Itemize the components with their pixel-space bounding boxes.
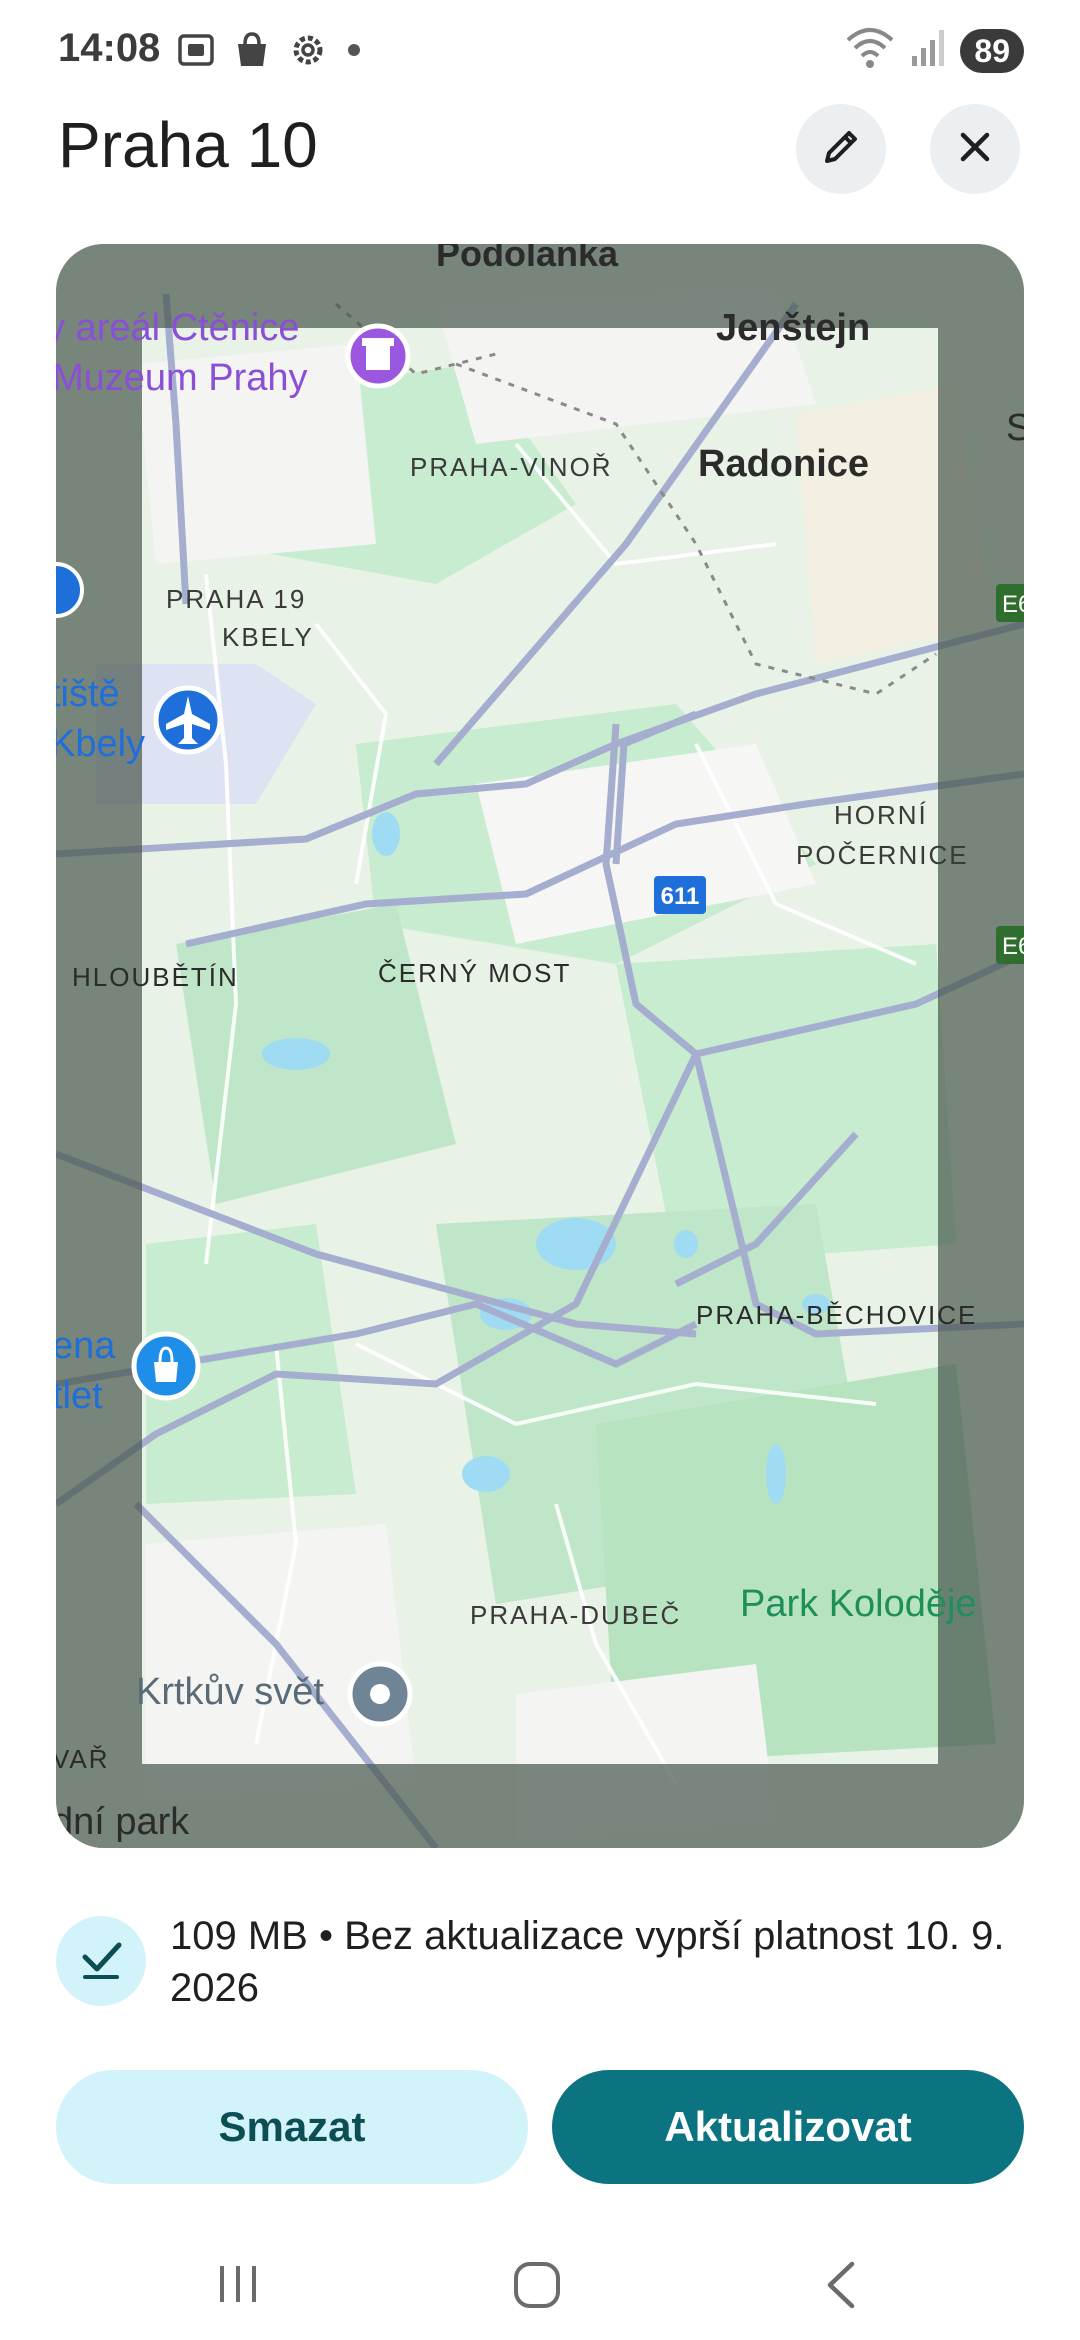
museum-pin-icon[interactable] bbox=[345, 323, 411, 389]
recent-apps-icon[interactable] bbox=[214, 2260, 262, 2313]
back-icon[interactable] bbox=[818, 2260, 866, 2315]
dot-icon bbox=[344, 30, 364, 75]
navigation-bar bbox=[0, 2220, 1080, 2340]
shopping-pin-icon[interactable] bbox=[131, 1331, 201, 1401]
map-label-vinor: PRAHA-VINOŘ bbox=[410, 452, 613, 482]
map-label-horni: HORNÍ bbox=[834, 800, 928, 830]
home-icon[interactable] bbox=[512, 2260, 562, 2315]
road-shield-e6-mid: E6 bbox=[996, 926, 1024, 964]
close-button[interactable] bbox=[930, 104, 1020, 194]
map-label-kbely: KBELY bbox=[222, 622, 314, 652]
map-label-areal: y areál Ctěnice bbox=[56, 307, 299, 349]
map-label-park: Park Koloděje bbox=[740, 1583, 977, 1625]
map-label-radonice: Radonice bbox=[698, 443, 869, 485]
map-label-praha19: PRAHA 19 bbox=[166, 584, 306, 614]
map-label-podolanka: Podolanka bbox=[436, 244, 619, 274]
status-system-icons: 89 bbox=[844, 26, 1024, 75]
battery-level: 89 bbox=[960, 28, 1024, 73]
map-label-dni-park: dní park bbox=[56, 1801, 190, 1843]
map-label-jenstejn: Jenštejn bbox=[716, 307, 870, 349]
status-time: 14:08 bbox=[58, 26, 161, 70]
close-icon bbox=[955, 127, 995, 172]
status-notification-icons bbox=[176, 30, 364, 75]
map-label-kbely2: Kbely bbox=[56, 723, 145, 765]
signal-icon bbox=[910, 26, 946, 75]
edit-button[interactable] bbox=[796, 104, 886, 194]
map-canvas: Podolanka Jenštejn Radonice y areál Ctěn… bbox=[56, 244, 1024, 1848]
map-label-dubec: PRAHA-DUBEČ bbox=[470, 1600, 681, 1630]
map-label-tlet: tlet bbox=[56, 1375, 103, 1417]
svg-text:611: 611 bbox=[661, 883, 700, 910]
update-button[interactable]: Aktualizovat bbox=[552, 2070, 1024, 2184]
road-shield-e6-top: E6 bbox=[996, 584, 1024, 622]
svg-text:E6: E6 bbox=[1002, 591, 1024, 618]
map-label-letiste: tiště bbox=[56, 673, 120, 715]
map-label-pocernice: POČERNICE bbox=[796, 840, 969, 870]
map-label-bechovice: PRAHA-BĚCHOVICE bbox=[696, 1300, 977, 1330]
download-done-icon bbox=[77, 1935, 125, 1988]
map-label-edge-s: S bbox=[1006, 407, 1024, 449]
delete-button[interactable]: Smazat bbox=[56, 2070, 528, 2184]
map-label-muzeum: Muzeum Prahy bbox=[56, 357, 308, 399]
settings-icon bbox=[288, 30, 328, 75]
map-label-krtkuv: Krtkův svět bbox=[136, 1671, 324, 1713]
map-label-hloubetin: HLOUBĚTÍN bbox=[72, 962, 239, 992]
pencil-icon bbox=[819, 125, 863, 174]
road-shield-611: 611 bbox=[654, 876, 706, 914]
wifi-icon bbox=[844, 26, 896, 75]
map-label-cerny-most: ČERNÝ MOST bbox=[378, 958, 571, 988]
airport-pin-icon[interactable] bbox=[153, 685, 223, 755]
map-label-var: VAŘ bbox=[56, 1744, 110, 1774]
download-status bbox=[56, 1916, 146, 2006]
map-label-ena: ena bbox=[56, 1325, 116, 1367]
place-pin-icon[interactable] bbox=[347, 1661, 413, 1727]
svg-text:E6: E6 bbox=[1002, 933, 1024, 960]
screenshot-icon bbox=[176, 30, 216, 75]
offline-map-area[interactable]: Podolanka Jenštejn Radonice y areál Ctěn… bbox=[56, 244, 1024, 1848]
status-bar: 14:08 89 bbox=[0, 0, 1080, 100]
shopping-bag-icon bbox=[232, 30, 272, 75]
page-title: Praha 10 bbox=[58, 109, 318, 181]
download-info-text: 109 MB • Bez aktualizace vyprší platnost… bbox=[170, 1914, 1005, 2010]
